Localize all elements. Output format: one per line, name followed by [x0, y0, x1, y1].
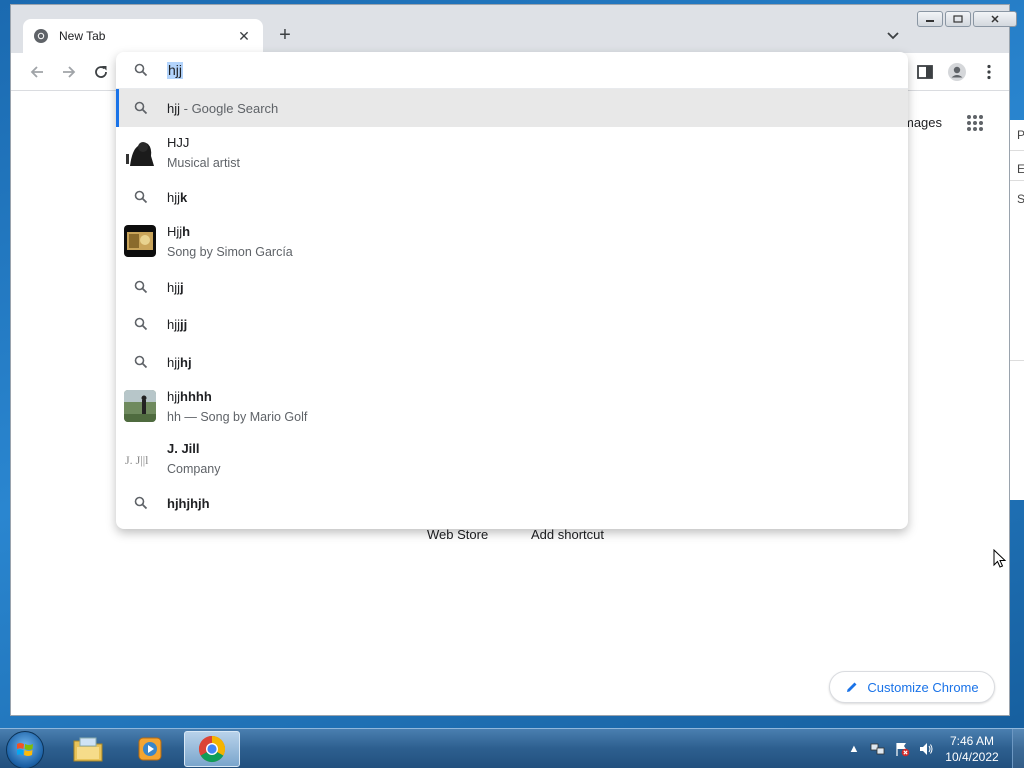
start-button[interactable]	[6, 731, 44, 768]
suggestion-hjjhhhh-song[interactable]: hjjhhhh hh — Song by Mario Golf	[116, 381, 908, 433]
chrome-favicon-icon	[34, 29, 48, 43]
svg-text:J. J||l: J. J||l	[125, 453, 149, 467]
suggestion-text: hjj - Google Search	[167, 101, 279, 116]
shortcut-add[interactable]: Add shortcut	[531, 527, 604, 542]
system-tray: ▲	[846, 741, 934, 757]
media-player-icon	[138, 737, 162, 761]
customize-chrome-button[interactable]: Customize Chrome	[829, 671, 995, 703]
forward-arrow-icon[interactable]	[59, 62, 79, 82]
apps-grid-icon[interactable]	[965, 113, 985, 133]
back-arrow-icon[interactable]	[27, 62, 47, 82]
mouse-cursor-icon	[993, 549, 1007, 568]
restore-icon	[953, 15, 963, 23]
suggestion-subtitle: hh — Song by Mario Golf	[167, 410, 308, 424]
search-icon	[134, 190, 148, 204]
side-panel-icon[interactable]	[915, 62, 935, 82]
suggestion-hjhjhjh[interactable]: hjhjhjh	[116, 485, 908, 521]
customize-chrome-label: Customize Chrome	[867, 679, 979, 695]
suggestion-hjjh-song[interactable]: Hjjh Song by Simon García	[116, 215, 908, 269]
minimize-button[interactable]	[917, 11, 943, 27]
bg-window-text-1: Pa	[1017, 128, 1024, 142]
pencil-icon	[847, 682, 857, 692]
clock-date: 10/4/2022	[945, 750, 999, 764]
search-icon	[134, 355, 148, 369]
suggestion-text: hjjhj	[167, 355, 192, 370]
show-desktop-button[interactable]	[1012, 729, 1024, 768]
search-icon	[134, 101, 148, 115]
omnibox-input[interactable]: hjj	[116, 52, 908, 88]
video-thumbnail-icon	[124, 390, 156, 422]
reload-icon[interactable]	[91, 62, 111, 82]
suggestion-hjjjj[interactable]: hjjjj	[116, 305, 908, 343]
profile-avatar-icon[interactable]	[947, 62, 967, 82]
search-icon	[134, 496, 148, 510]
company-logo-icon: J. J||l	[124, 443, 156, 475]
clock-time: 7:46 AM	[949, 734, 995, 748]
taskbar-file-explorer[interactable]	[60, 731, 116, 767]
song-thumbnail-icon	[124, 225, 156, 257]
maximize-button[interactable]	[945, 11, 971, 27]
title-bar: New Tab ✕ +	[11, 5, 1017, 53]
minimize-icon	[926, 20, 934, 22]
suggestion-hjj-artist[interactable]: HJJ Musical artist	[116, 127, 908, 179]
taskbar-media-player[interactable]	[122, 731, 178, 767]
window-controls	[917, 11, 1017, 27]
search-icon	[134, 63, 148, 77]
tab-new-tab[interactable]: New Tab ✕	[23, 19, 263, 53]
new-tab-button[interactable]: +	[273, 23, 297, 47]
tab-title: New Tab	[59, 29, 106, 43]
suggestion-title: Hjjh	[167, 224, 191, 239]
chrome-logo-icon	[198, 735, 226, 763]
bg-window-text-3: S	[1017, 192, 1024, 206]
show-hidden-icons-icon[interactable]: ▲	[846, 741, 862, 757]
artist-thumbnail-icon	[124, 136, 156, 168]
bg-window-text-2: E	[1017, 162, 1024, 176]
system-clock[interactable]: 7:46 AM 10/4/2022	[936, 733, 1008, 765]
suggestion-hjjhj[interactable]: hjjhj	[116, 343, 908, 381]
taskbar: ▲ 7:46 AM 10/4/2022	[0, 728, 1024, 768]
suggestion-text: hjjj	[167, 280, 184, 295]
suggestion-hjjj[interactable]: hjjj	[116, 269, 908, 305]
menu-kebab-icon[interactable]	[979, 62, 999, 82]
tab-close-icon[interactable]: ✕	[235, 28, 253, 45]
shortcut-web-store[interactable]: Web Store	[427, 527, 488, 542]
folder-icon	[73, 737, 103, 762]
omnibox-dropdown: hjj hjj - Google Search HJJ Musical arti…	[116, 52, 908, 529]
suggestion-hjjk[interactable]: hjjk	[116, 179, 908, 215]
suggestion-title: HJJ	[167, 135, 190, 150]
suggestion-subtitle: Musical artist	[167, 156, 240, 170]
suggestion-text: hjjjj	[167, 317, 188, 332]
suggestion-text: hjhjhjh	[167, 496, 210, 511]
suggestion-text: hjjk	[167, 190, 188, 205]
suggestion-title: J. Jill	[167, 441, 200, 456]
suggestion-google-search[interactable]: hjj - Google Search	[116, 89, 908, 127]
suggestion-j-jill[interactable]: J. J||l J. Jill Company	[116, 433, 908, 485]
suggestion-subtitle: Company	[167, 462, 221, 476]
taskbar-chrome[interactable]	[184, 731, 240, 767]
network-icon[interactable]	[870, 741, 886, 757]
action-center-flag-icon[interactable]	[894, 741, 910, 757]
omnibox-query-text[interactable]: hjj	[167, 62, 184, 79]
windows-logo-icon	[17, 743, 33, 756]
volume-icon[interactable]	[918, 741, 934, 757]
chevron-down-icon[interactable]	[883, 25, 903, 45]
images-link[interactable]: mages	[903, 115, 942, 130]
suggestion-title: hjjhhhh	[167, 389, 212, 404]
close-button[interactable]	[973, 11, 1017, 27]
suggestion-subtitle: Song by Simon García	[167, 245, 293, 259]
search-icon	[134, 280, 148, 294]
search-icon	[134, 317, 148, 331]
close-icon	[991, 15, 999, 23]
